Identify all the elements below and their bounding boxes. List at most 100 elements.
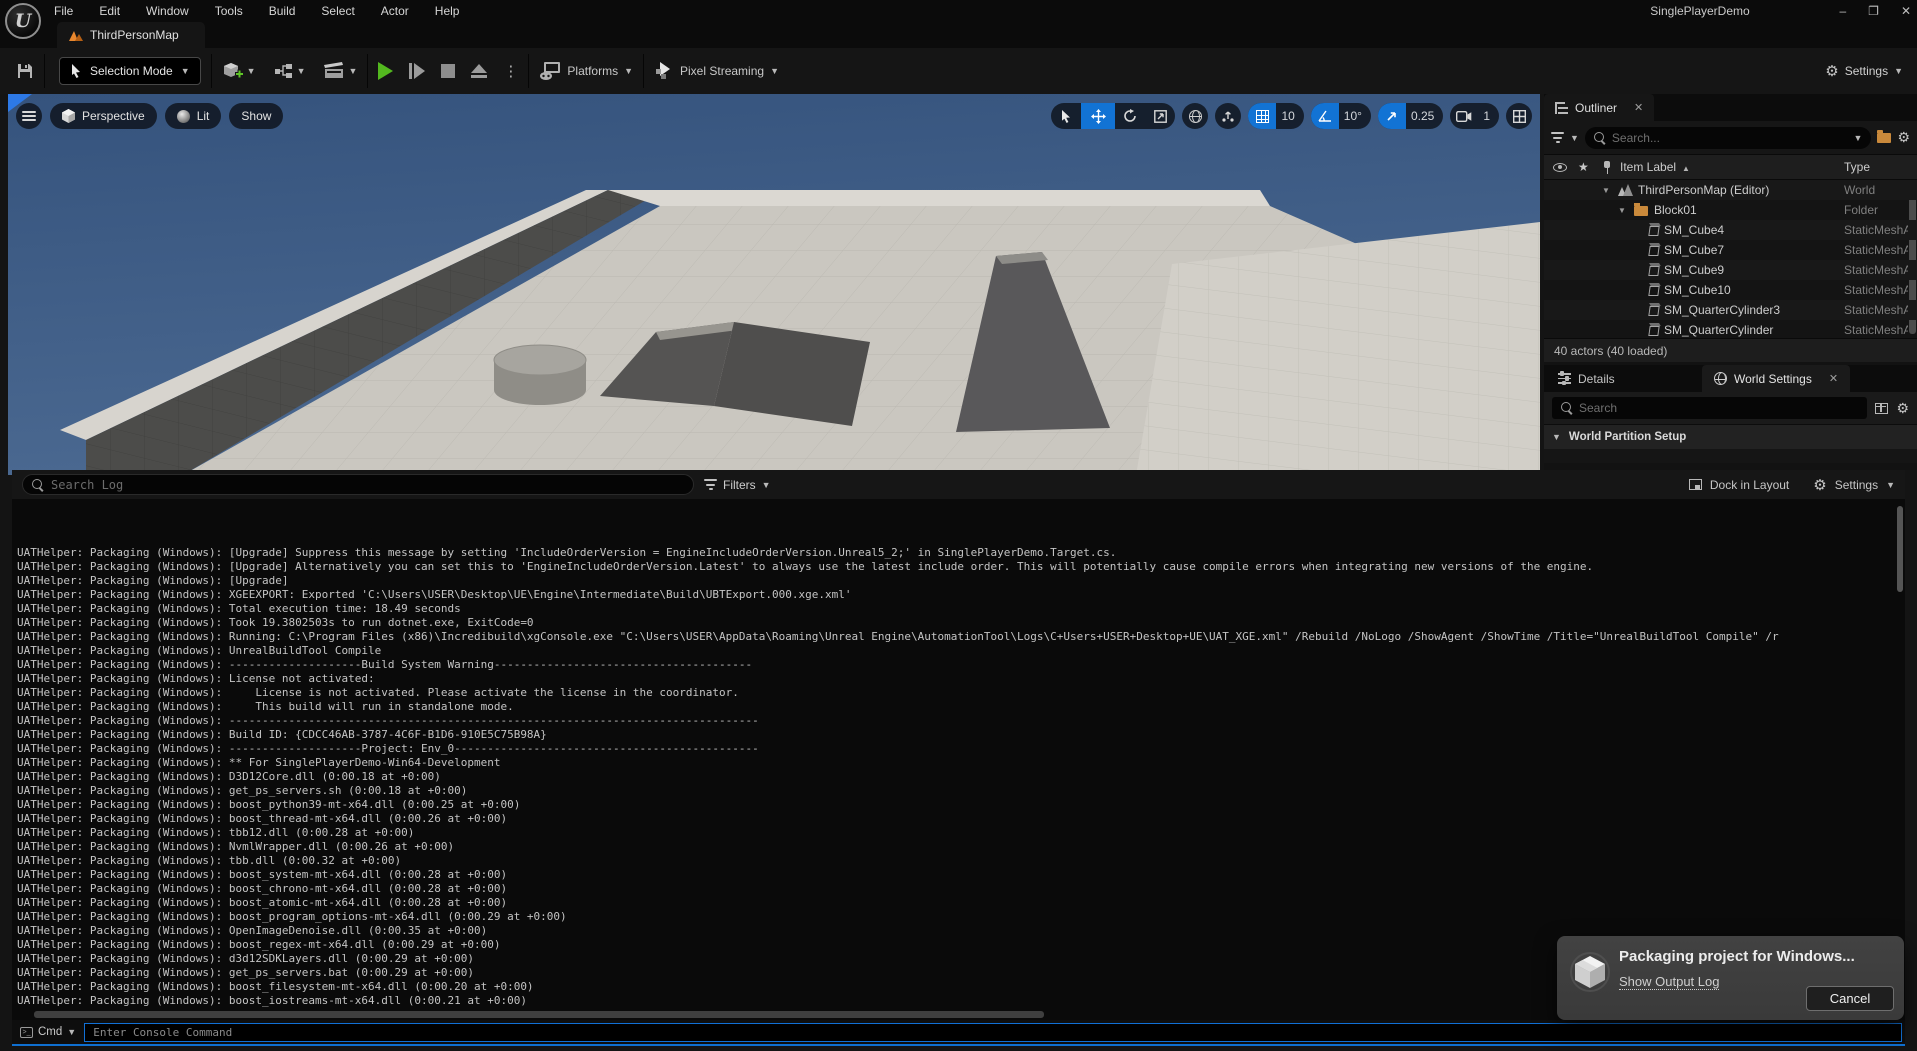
log-search[interactable]: [22, 474, 694, 495]
outliner-row[interactable]: ▼ Block01 Folder: [1544, 200, 1917, 220]
column-item-label[interactable]: Item Label▲: [1620, 160, 1690, 174]
log-search-input[interactable]: [51, 478, 684, 492]
chevron-down-icon[interactable]: ▼: [1854, 133, 1863, 143]
actor-type-icon: [1618, 184, 1632, 196]
close-button[interactable]: ✕: [1901, 4, 1911, 18]
log-vertical-scrollbar[interactable]: [1897, 506, 1903, 592]
world-partition-setup-section[interactable]: ▼ World Partition Setup: [1544, 424, 1917, 449]
cmd-dropdown[interactable]: >_ Cmd ▼: [20, 1026, 76, 1038]
viewport-options-menu[interactable]: [16, 103, 42, 129]
skip-frame-button[interactable]: [409, 63, 425, 79]
maximize-button[interactable]: ❐: [1868, 4, 1879, 18]
outliner-row[interactable]: SM_QuarterCylinder3 StaticMeshA: [1544, 300, 1917, 320]
camera-speed-value[interactable]: 1: [1478, 103, 1499, 129]
actor-label: SM_QuarterCylinder: [1664, 323, 1773, 337]
column-type[interactable]: Type: [1844, 160, 1870, 174]
grid-snap-value[interactable]: 10: [1276, 103, 1303, 129]
chevron-down-icon: ▼: [1886, 480, 1895, 490]
filter-icon[interactable]: [1551, 132, 1564, 143]
menu-item[interactable]: File: [54, 4, 73, 18]
move-tool-button[interactable]: [1081, 103, 1115, 129]
selection-mode-dropdown[interactable]: Selection Mode ▼: [59, 57, 201, 85]
tab-details[interactable]: Details: [1546, 365, 1627, 392]
menu-item[interactable]: Actor: [381, 4, 409, 18]
blueprints-dropdown[interactable]: ▼: [274, 62, 306, 80]
minimize-button[interactable]: –: [1839, 4, 1846, 18]
package-box-icon: [1569, 952, 1611, 992]
gear-icon[interactable]: ⚙: [1897, 129, 1910, 146]
menu-item[interactable]: Help: [435, 4, 460, 18]
actor-label: SM_Cube9: [1664, 263, 1724, 277]
tab-thirdpersonmap[interactable]: ThirdPersonMap: [57, 22, 205, 48]
console-command-input[interactable]: [84, 1023, 1902, 1042]
expand-chevron-icon[interactable]: ▼: [1602, 186, 1612, 195]
log-filters-dropdown[interactable]: Filters ▼: [704, 478, 771, 492]
rotation-snap-value[interactable]: 10°: [1339, 103, 1371, 129]
unreal-logo-icon[interactable]: U: [5, 3, 41, 39]
outliner-row[interactable]: SM_Cube4 StaticMeshA: [1544, 220, 1917, 240]
favorite-star-icon[interactable]: ★: [1578, 160, 1589, 174]
close-icon[interactable]: ✕: [1829, 372, 1838, 385]
dock-in-layout-button[interactable]: Dock in Layout: [1710, 478, 1789, 492]
stop-button[interactable]: [441, 64, 455, 78]
rotation-snap-toggle[interactable]: [1311, 103, 1339, 129]
transform-tools: [1051, 103, 1175, 129]
world-settings-search[interactable]: [1552, 397, 1867, 419]
lit-mode-dropdown[interactable]: Lit: [165, 103, 222, 129]
actor-type: StaticMeshA: [1844, 283, 1908, 297]
expand-chevron-icon[interactable]: ▼: [1618, 206, 1628, 215]
actor-type-icon: [1648, 326, 1659, 336]
outliner-row[interactable]: SM_QuarterCylinder StaticMeshA: [1544, 320, 1917, 338]
add-actor-dropdown[interactable]: ▼: [222, 60, 256, 82]
tab-outliner[interactable]: Outliner ✕: [1544, 94, 1654, 121]
show-dropdown[interactable]: Show: [229, 103, 283, 129]
show-output-log-link[interactable]: Show Output Log: [1619, 974, 1719, 990]
log-lines[interactable]: UATHelper: Packaging (Windows): [Upgrade…: [12, 499, 1905, 1009]
grid-snap-toggle[interactable]: [1248, 103, 1276, 129]
rotate-tool-button[interactable]: [1115, 103, 1145, 129]
surface-snapping-button[interactable]: [1215, 103, 1241, 129]
level-viewport[interactable]: Perspective Lit Show: [8, 94, 1540, 475]
outliner-row[interactable]: SM_Cube10 StaticMeshA: [1544, 280, 1917, 300]
outliner-row[interactable]: SM_Cube9 StaticMeshA: [1544, 260, 1917, 280]
tab-world-settings[interactable]: World Settings ✕: [1702, 365, 1850, 392]
menu-item[interactable]: Tools: [215, 4, 243, 18]
toolbar-settings-dropdown[interactable]: ⚙ Settings ▼: [1825, 48, 1903, 94]
log-settings-dropdown[interactable]: Settings: [1835, 478, 1878, 492]
menu-item[interactable]: Edit: [99, 4, 120, 18]
cancel-button[interactable]: Cancel: [1806, 986, 1894, 1011]
menu-item[interactable]: Select: [321, 4, 354, 18]
eject-button[interactable]: [471, 64, 487, 78]
close-icon[interactable]: ✕: [1634, 101, 1643, 114]
display-options-icon[interactable]: [1875, 403, 1888, 414]
log-horizontal-scrollbar-thumb[interactable]: [34, 1011, 1044, 1018]
select-tool-button[interactable]: [1051, 103, 1081, 129]
world-local-space-button[interactable]: [1182, 103, 1208, 129]
create-folder-icon[interactable]: [1877, 133, 1891, 143]
gear-icon[interactable]: ⚙: [1896, 400, 1909, 417]
cinematics-dropdown[interactable]: ▼: [323, 62, 357, 80]
scale-snap-toggle[interactable]: [1378, 103, 1406, 129]
scale-snap-value[interactable]: 0.25: [1406, 103, 1443, 129]
perspective-dropdown[interactable]: Perspective: [50, 103, 157, 129]
outliner-search-input[interactable]: [1612, 131, 1848, 145]
menu-item[interactable]: Build: [269, 4, 296, 18]
visibility-eye-icon[interactable]: [1553, 163, 1567, 172]
scale-tool-button[interactable]: [1145, 103, 1175, 129]
outliner-search[interactable]: ▼: [1585, 127, 1872, 149]
filter-icon: [704, 479, 717, 490]
outliner-row[interactable]: SM_Cube7 StaticMeshA: [1544, 240, 1917, 260]
menu-item[interactable]: Window: [146, 4, 189, 18]
platforms-dropdown[interactable]: Platforms ▼: [539, 61, 633, 81]
world-settings-search-input[interactable]: [1579, 401, 1858, 415]
pin-icon[interactable]: [1603, 161, 1611, 174]
save-icon[interactable]: [16, 62, 34, 80]
maximize-viewport-button[interactable]: [1506, 103, 1532, 129]
chevron-down-icon[interactable]: ▼: [1570, 133, 1579, 143]
pixel-streaming-dropdown[interactable]: Pixel Streaming ▼: [654, 61, 779, 81]
camera-speed-button[interactable]: [1450, 103, 1478, 129]
outliner-row[interactable]: ▼ ThirdPersonMap (Editor) World: [1544, 180, 1917, 200]
chevron-down-icon: ▼: [624, 66, 633, 76]
play-options-kebab-icon[interactable]: ⋮: [503, 62, 518, 80]
play-button[interactable]: [378, 62, 393, 80]
